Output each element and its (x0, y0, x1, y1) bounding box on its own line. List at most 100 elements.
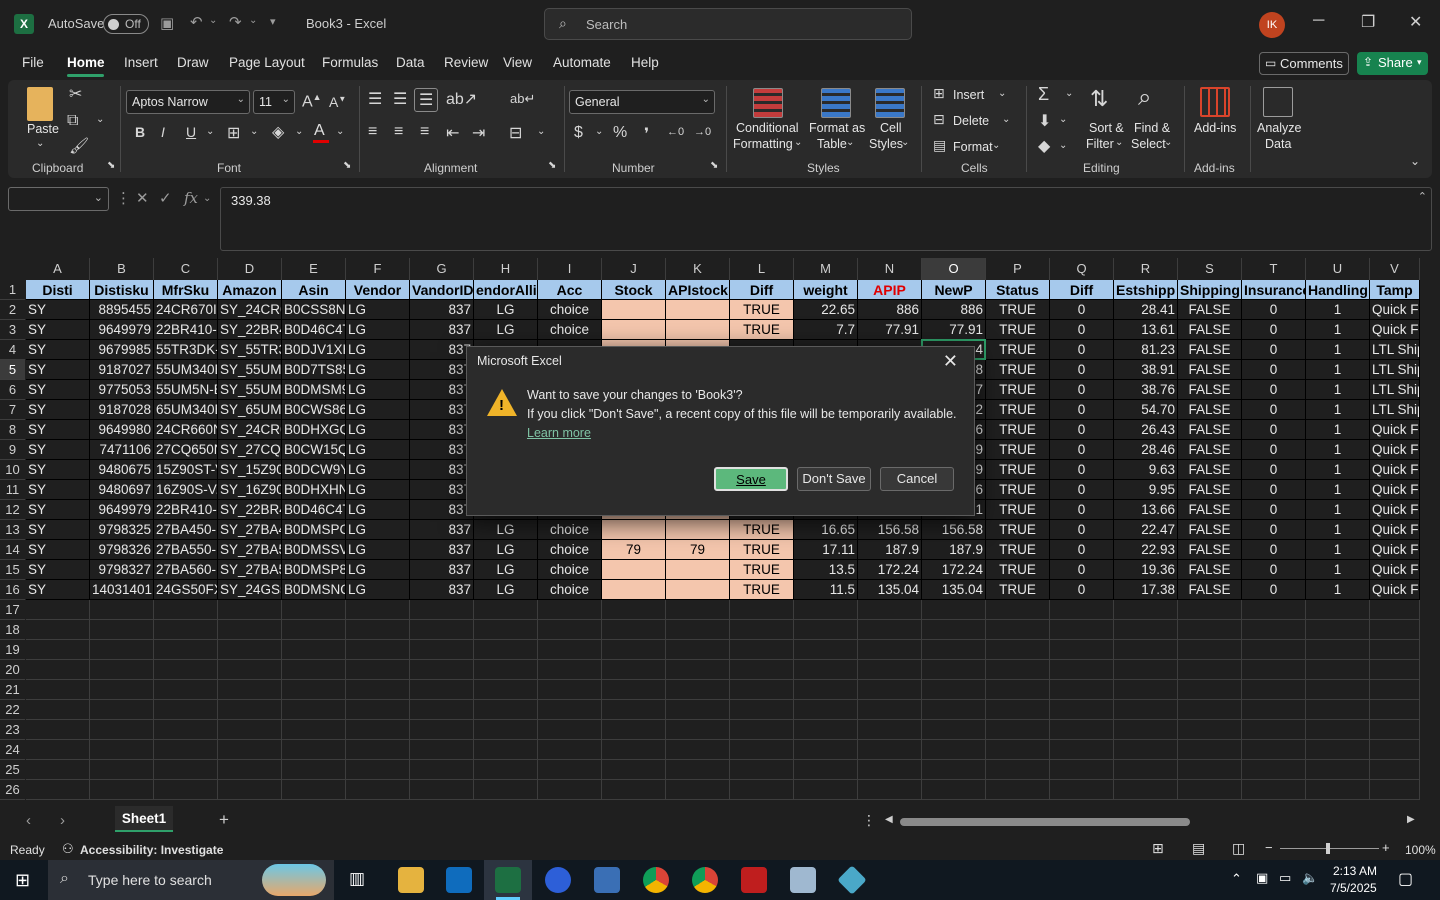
align-right-icon[interactable]: ≡ (420, 123, 429, 141)
excel-taskbar-icon[interactable] (495, 867, 521, 893)
empty-cell[interactable] (1306, 700, 1370, 720)
table-cell[interactable]: 14031401 (90, 580, 154, 600)
table-cell[interactable] (602, 520, 666, 540)
table-cell[interactable]: 1 (1306, 500, 1370, 520)
tab-help[interactable]: Help (631, 55, 659, 70)
table-cell[interactable]: 0 (1050, 560, 1114, 580)
table-cell[interactable]: LTL Ship (1370, 340, 1420, 360)
format-cells-icon[interactable]: ▤ (933, 137, 946, 154)
table-cell[interactable]: 9480675 (90, 460, 154, 480)
row-header[interactable]: 13 (0, 520, 25, 540)
empty-cell[interactable] (474, 760, 538, 780)
redo-dropdown-icon[interactable]: ⌄ (249, 15, 257, 26)
empty-cell[interactable] (858, 700, 922, 720)
row-header[interactable]: 19 (0, 640, 25, 660)
table-cell[interactable]: 837 (410, 420, 474, 440)
table-cell[interactable]: 79 (666, 540, 730, 560)
empty-cell[interactable] (474, 660, 538, 680)
zoom-in-icon[interactable]: + (1382, 840, 1390, 855)
empty-cell[interactable] (858, 760, 922, 780)
table-cell[interactable]: 1 (1306, 560, 1370, 580)
table-cell[interactable]: LG (346, 560, 410, 580)
header-cell[interactable]: Acc (538, 280, 602, 300)
accessibility-icon[interactable]: ⚇ (62, 841, 74, 857)
empty-cell[interactable] (218, 600, 282, 620)
table-cell[interactable]: B0DMSSV (282, 540, 346, 560)
empty-cell[interactable] (1050, 760, 1114, 780)
row-header[interactable]: 2 (0, 300, 25, 320)
table-cell[interactable]: LG (346, 300, 410, 320)
header-cell[interactable]: Stock (602, 280, 666, 300)
empty-cell[interactable] (538, 640, 602, 660)
table-cell[interactable]: FALSE (1178, 580, 1242, 600)
empty-cell[interactable] (858, 720, 922, 740)
column-header-f[interactable]: F (346, 258, 410, 280)
table-cell[interactable]: FALSE (1178, 320, 1242, 340)
table-cell[interactable]: 9.95 (1114, 480, 1178, 500)
clock-date[interactable]: 7/5/2025 (1330, 881, 1377, 895)
table-cell[interactable]: 135.04 (922, 580, 986, 600)
data-label[interactable]: Data (1265, 136, 1291, 152)
table-cell[interactable]: 9798327 (90, 560, 154, 580)
analyze-data-icon[interactable] (1263, 87, 1293, 117)
empty-cell[interactable] (154, 680, 218, 700)
tab-formulas[interactable]: Formulas (322, 55, 378, 70)
task-view-icon[interactable]: ▥ (349, 869, 365, 889)
empty-cell[interactable] (282, 640, 346, 660)
row-header[interactable]: 24 (0, 740, 25, 760)
table-cell[interactable]: 79 (602, 540, 666, 560)
column-header-h[interactable]: H (474, 258, 538, 280)
empty-cell[interactable] (666, 600, 730, 620)
empty-cell[interactable] (1242, 760, 1306, 780)
save-icon[interactable]: ▣ (160, 14, 174, 32)
table-cell[interactable]: 24CR670IK (154, 300, 218, 320)
find-dropdown-icon[interactable]: ⌄ (1164, 137, 1172, 148)
avatar[interactable]: IK (1259, 12, 1285, 38)
column-header-c[interactable]: C (154, 258, 218, 280)
table-cell[interactable]: TRUE (986, 560, 1050, 580)
chrome-profile-icon[interactable] (692, 867, 718, 893)
fill-dropdown-icon[interactable]: ⌄ (1059, 114, 1067, 125)
table-cell[interactable]: B0DCW9Y (282, 460, 346, 480)
column-header-i[interactable]: I (538, 258, 602, 280)
empty-cell[interactable] (90, 620, 154, 640)
empty-cell[interactable] (346, 660, 410, 680)
empty-cell[interactable] (1370, 720, 1420, 740)
empty-cell[interactable] (730, 640, 794, 660)
table-cell[interactable]: 837 (410, 540, 474, 560)
find-select-icon[interactable]: ⌕ (1138, 84, 1151, 112)
table-cell[interactable]: 1 (1306, 580, 1370, 600)
table-cell[interactable]: 16Z90S-V. (154, 480, 218, 500)
conditional-formatting-icon[interactable] (753, 88, 783, 118)
currency-dropdown-icon[interactable]: ⌄ (595, 126, 603, 137)
column-header-n[interactable]: N (858, 258, 922, 280)
volume-icon[interactable]: 🔈 (1302, 870, 1318, 886)
empty-cell[interactable] (986, 620, 1050, 640)
increase-indent-icon[interactable]: ⇥ (472, 123, 485, 143)
table-cell[interactable]: SY (26, 500, 90, 520)
zoom-slider-thumb[interactable] (1326, 843, 1330, 854)
network-icon[interactable]: ▭ (1279, 870, 1291, 886)
empty-cell[interactable] (602, 780, 666, 800)
italic-icon[interactable]: I (161, 124, 165, 140)
table-cell[interactable]: B0D7TS85 (282, 360, 346, 380)
table-cell[interactable]: LG (474, 540, 538, 560)
header-cell[interactable]: NewP (922, 280, 986, 300)
empty-cell[interactable] (986, 600, 1050, 620)
outlook-icon[interactable] (446, 867, 472, 893)
table-cell[interactable]: 16.65 (794, 520, 858, 540)
table-cell[interactable]: 1 (1306, 420, 1370, 440)
table-cell[interactable]: TRUE (730, 520, 794, 540)
table-cell[interactable]: 27CQ650N (154, 440, 218, 460)
empty-cell[interactable] (90, 640, 154, 660)
table-cell[interactable]: FALSE (1178, 400, 1242, 420)
empty-cell[interactable] (410, 660, 474, 680)
empty-cell[interactable] (90, 660, 154, 680)
table-cell[interactable]: SY_55UM3 (218, 360, 282, 380)
empty-cell[interactable] (986, 640, 1050, 660)
table-cell[interactable]: Quick F (1370, 500, 1420, 520)
empty-cell[interactable] (986, 720, 1050, 740)
empty-cell[interactable] (986, 780, 1050, 800)
underline-dropdown-icon[interactable]: ⌄ (206, 126, 214, 137)
table-cell[interactable] (666, 320, 730, 340)
